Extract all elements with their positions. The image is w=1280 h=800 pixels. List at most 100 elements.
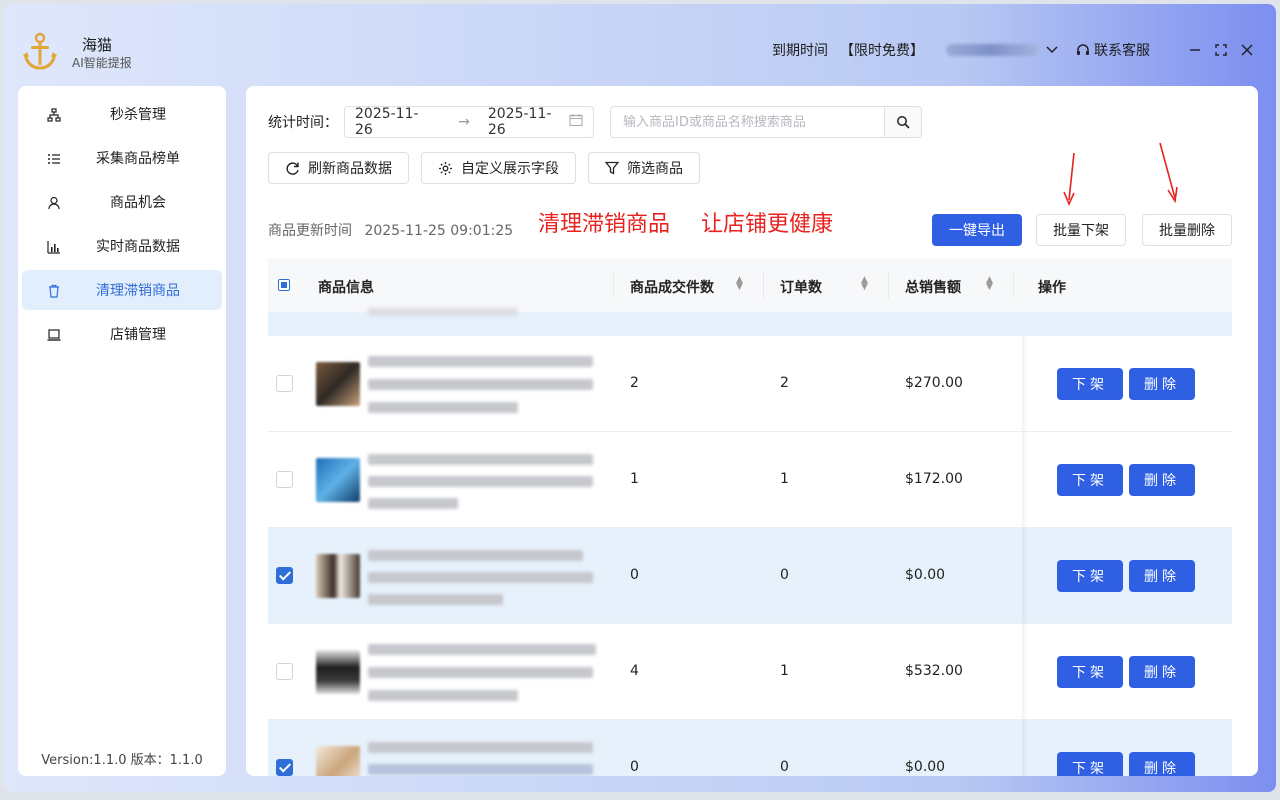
cell-total-sales: $0.00 — [905, 759, 946, 775]
cell-orders: 2 — [780, 375, 789, 391]
product-thumbnail — [316, 554, 360, 598]
product-title-blurred — [368, 572, 593, 583]
filter-products-button[interactable]: 筛选商品 — [588, 152, 700, 184]
row-checkbox-checked[interactable] — [276, 567, 293, 584]
delist-button[interactable]: 下架 — [1057, 368, 1123, 400]
gear-icon — [439, 161, 452, 175]
date-arrow: → — [458, 114, 470, 130]
sidebar-item-realtime-data[interactable]: 实时商品数据 — [22, 226, 222, 266]
table-row: 0 0 $0.00 下架 删除 — [268, 720, 1232, 776]
app-window: 海猫 AI智能提报 到期时间 【限时免费】 联系客服 秒杀管理 采集商品榜单 商… — [4, 4, 1276, 792]
sidebar-item-shop-management[interactable]: 店铺管理 — [22, 314, 222, 354]
contact-service-button[interactable]: 联系客服 — [1076, 40, 1150, 60]
delete-button[interactable]: 删除 — [1129, 368, 1195, 400]
bulk-delete-button[interactable]: 批量删除 — [1142, 214, 1232, 246]
export-button[interactable]: 一键导出 — [932, 214, 1022, 246]
product-title-blurred — [368, 356, 593, 367]
product-title-blurred — [368, 594, 503, 605]
row-checkbox[interactable] — [276, 375, 293, 392]
delist-button[interactable]: 下架 — [1057, 464, 1123, 496]
table-row: 2 2 $270.00 下架 删除 — [268, 336, 1232, 432]
sidebar-item-label: 清理滞销商品 — [96, 283, 180, 299]
delete-button[interactable]: 删除 — [1129, 464, 1195, 496]
fixed-column-shadow — [1022, 624, 1028, 719]
header-units-sold[interactable]: 商品成交件数 — [630, 277, 714, 297]
delist-button[interactable]: 下架 — [1057, 656, 1123, 688]
product-table: 商品信息 商品成交件数 ▲ ▼ 订单数 ▲ ▼ 总销售额 ▲ ▼ 操作 2 2 … — [268, 258, 1232, 776]
header-orders[interactable]: 订单数 — [780, 277, 822, 297]
calendar-icon — [569, 113, 583, 131]
product-title-blurred — [368, 644, 596, 655]
cell-total-sales: $172.00 — [905, 471, 963, 487]
date-range-picker[interactable]: 2025-11-26 → 2025-11-26 — [344, 106, 594, 138]
product-thumbnail — [316, 458, 360, 502]
date-start: 2025-11-26 — [355, 106, 419, 138]
cell-units-sold: 1 — [630, 471, 639, 487]
row-checkbox[interactable] — [276, 471, 293, 488]
main-panel: 统计时间： 2025-11-26 → 2025-11-26 刷新商品数据 — [246, 86, 1258, 776]
free-label: 【限时免费】 — [840, 43, 924, 59]
product-title-blurred — [368, 690, 518, 701]
account-dropdown-icon[interactable] — [1046, 43, 1058, 57]
product-title-blurred — [368, 742, 593, 753]
search-button[interactable] — [884, 106, 922, 138]
cell-units-sold: 0 — [630, 759, 639, 775]
sidebar-item-label: 商品机会 — [110, 195, 166, 211]
maximize-button[interactable] — [1214, 43, 1228, 57]
annotation-arrow-icon — [1159, 142, 1178, 204]
annotation-arrow-icon — [1063, 152, 1075, 206]
refresh-data-button[interactable]: 刷新商品数据 — [268, 152, 409, 184]
fixed-column-shadow — [1022, 528, 1028, 623]
header-product-info: 商品信息 — [318, 280, 374, 296]
sidebar: 秒杀管理 采集商品榜单 商品机会 实时商品数据 清理滞销商品 店铺管理 Vers… — [18, 86, 226, 776]
sort-icon[interactable]: ▲ ▼ — [986, 276, 993, 292]
product-title-blurred — [368, 764, 593, 775]
version-label: Version:1.1.0 版本：1.1.0 — [41, 753, 203, 768]
row-checkbox[interactable] — [276, 663, 293, 680]
header-total-sales[interactable]: 总销售额 — [905, 277, 961, 297]
delist-button[interactable]: 下架 — [1057, 752, 1123, 776]
anchor-logo-icon — [23, 32, 57, 70]
sort-icon[interactable]: ▲ ▼ — [861, 276, 868, 292]
delete-button[interactable]: 删除 — [1129, 656, 1195, 688]
sort-icon[interactable]: ▲ ▼ — [736, 276, 743, 292]
select-all-checkbox[interactable] — [278, 279, 290, 291]
close-button[interactable] — [1240, 43, 1254, 57]
bulk-delist-button[interactable]: 批量下架 — [1036, 214, 1126, 246]
custom-fields-label: 自定义展示字段 — [461, 161, 559, 177]
product-title-blurred — [368, 402, 518, 413]
title-bar-right: 到期时间 【限时免费】 联系客服 — [772, 40, 1254, 60]
custom-fields-button[interactable]: 自定义展示字段 — [421, 152, 576, 184]
cell-units-sold: 0 — [630, 567, 639, 583]
filter-row: 统计时间： 2025-11-26 → 2025-11-26 — [268, 106, 922, 138]
cell-total-sales: $0.00 — [905, 567, 946, 583]
delist-button[interactable]: 下架 — [1057, 560, 1123, 592]
account-name[interactable] — [946, 44, 1038, 56]
sidebar-item-label: 秒杀管理 — [110, 107, 166, 123]
fixed-column-shadow — [1022, 720, 1028, 776]
cell-orders: 1 — [780, 663, 789, 679]
date-label: 统计时间： — [268, 115, 338, 131]
sidebar-item-clean-slow-sellers[interactable]: 清理滞销商品 — [22, 270, 222, 310]
row-checkbox-checked[interactable] — [276, 759, 293, 776]
app-name: 海猫 — [82, 36, 113, 54]
table-row: 0 0 $0.00 下架 删除 — [268, 528, 1232, 624]
contact-service-label: 联系客服 — [1094, 43, 1150, 59]
delete-button[interactable]: 删除 — [1129, 560, 1195, 592]
fixed-column-shadow — [1022, 336, 1028, 431]
refresh-icon — [286, 161, 299, 175]
cell-units-sold: 2 — [630, 375, 639, 391]
column-divider — [888, 272, 889, 298]
update-time-row: 商品更新时间 2025-11-25 09:01:25 — [268, 220, 521, 240]
update-time: 2025-11-25 09:01:25 — [364, 223, 514, 239]
sidebar-item-collect-rank[interactable]: 采集商品榜单 — [22, 138, 222, 178]
cell-units-sold: 4 — [630, 663, 639, 679]
sidebar-item-opportunity[interactable]: 商品机会 — [22, 182, 222, 222]
minimize-button[interactable] — [1188, 43, 1202, 57]
product-thumbnail — [316, 746, 360, 776]
product-title-blurred — [368, 498, 458, 509]
search-input[interactable] — [610, 106, 884, 138]
delete-button[interactable]: 删除 — [1129, 752, 1195, 776]
search-icon — [897, 116, 910, 129]
sidebar-item-flash-sale[interactable]: 秒杀管理 — [22, 94, 222, 134]
